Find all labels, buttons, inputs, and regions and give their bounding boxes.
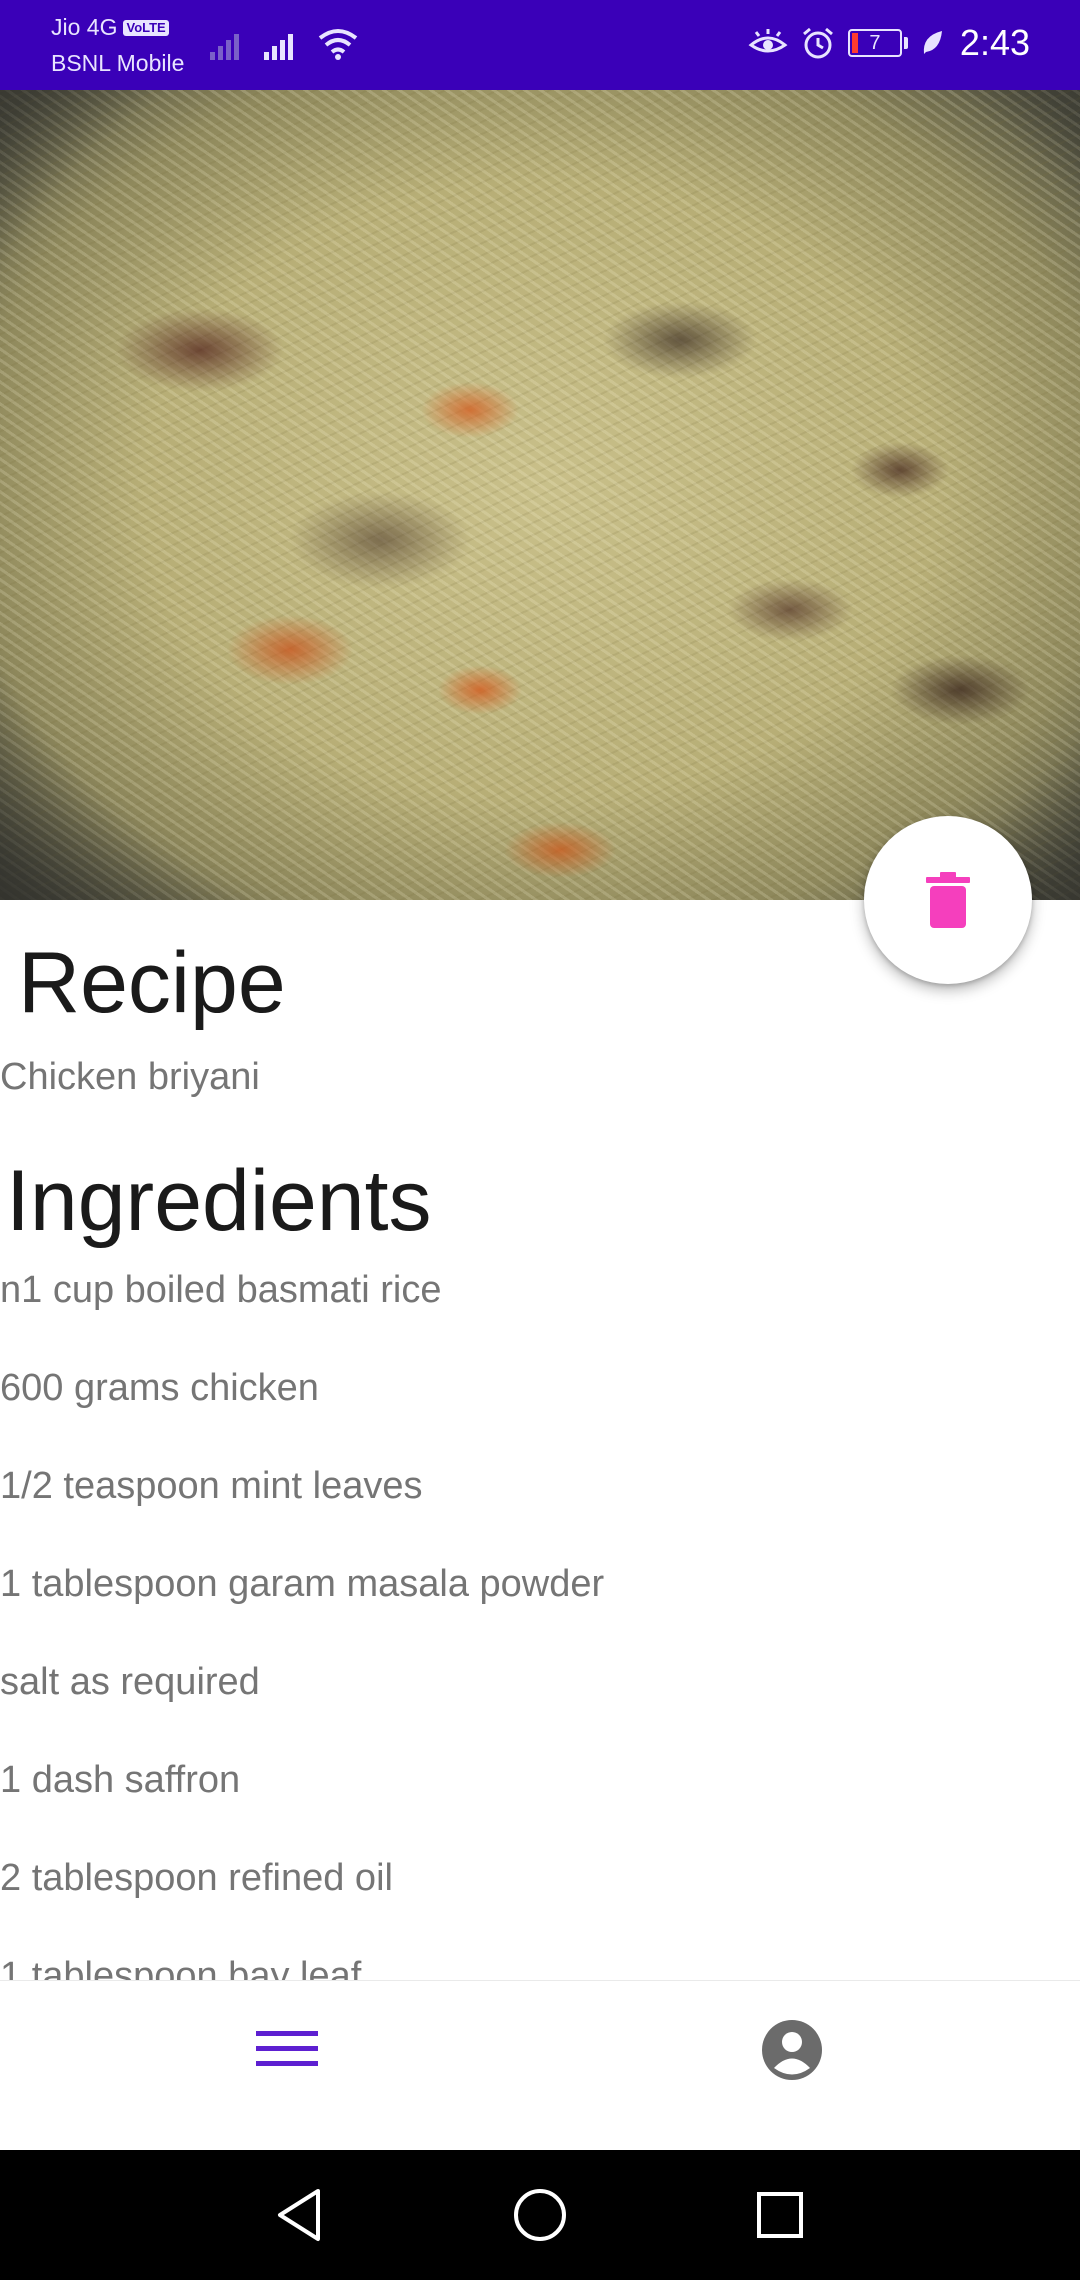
battery-nub	[903, 37, 908, 49]
ingredient-item: 1 dash saffron	[0, 1759, 241, 1801]
carrier-primary: Jio 4G VoLTE	[51, 14, 169, 41]
status-right-cluster: 7 2:43	[748, 22, 1030, 64]
alarm-icon	[802, 27, 833, 59]
ingredient-item: 1 tablespoon garam masala powder	[0, 1563, 605, 1605]
ingredient-item: 1 tablespoon bay leaf	[0, 1955, 362, 1980]
system-navigation-bar	[0, 2150, 1080, 2280]
eye-comfort-icon	[748, 29, 788, 53]
signal-icon	[264, 34, 293, 60]
menu-icon	[256, 2031, 318, 2066]
ingredients-heading: Ingredients	[6, 1153, 432, 1249]
battery-level: 7	[869, 32, 881, 54]
ingredient-item: 600 grams chicken	[0, 1367, 319, 1409]
recipe-name: Chicken briyani	[0, 1056, 260, 1098]
battery-icon: 7	[847, 29, 902, 57]
ingredient-item: n1 cup boiled basmati rice	[0, 1270, 442, 1311]
delete-icon	[926, 872, 970, 928]
signal-weak-icon	[210, 34, 239, 60]
pan-edge-shading	[0, 90, 1080, 900]
ingredient-item: 1/2 teaspoon mint leaves	[0, 1465, 423, 1507]
system-home-button[interactable]	[505, 2180, 575, 2250]
nav-profile-button[interactable]	[759, 2017, 825, 2083]
carrier-secondary: BSNL Mobile	[51, 50, 185, 76]
nav-menu-button[interactable]	[255, 2019, 319, 2079]
recipe-heading: Recipe	[18, 935, 286, 1031]
home-icon	[514, 2189, 566, 2241]
system-recents-button[interactable]	[745, 2180, 815, 2250]
back-icon	[278, 2189, 320, 2241]
ingredient-item: 2 tablespoon refined oil	[0, 1857, 393, 1899]
status-bar: Jio 4G VoLTE BSNL Mobile 7 2:43	[0, 0, 1080, 90]
ingredient-item: salt as required	[0, 1661, 260, 1703]
recents-icon	[757, 2192, 803, 2238]
battery-saver-leaf-icon	[923, 31, 942, 54]
account-circle-icon	[762, 2020, 822, 2080]
recipe-hero-image	[0, 90, 1080, 900]
volte-badge: VoLTE	[123, 19, 169, 36]
ingredients-list[interactable]: n1 cup boiled basmati rice 600 grams chi…	[0, 1270, 1080, 1980]
system-back-button[interactable]	[264, 2180, 334, 2250]
carrier-primary-label: Jio 4G	[51, 14, 118, 40]
delete-fab-button[interactable]	[864, 816, 1032, 984]
bottom-navigation	[0, 1980, 1080, 2151]
clock: 2:43	[959, 22, 1030, 63]
signal-indicators	[210, 28, 358, 60]
wifi-icon	[318, 29, 358, 60]
